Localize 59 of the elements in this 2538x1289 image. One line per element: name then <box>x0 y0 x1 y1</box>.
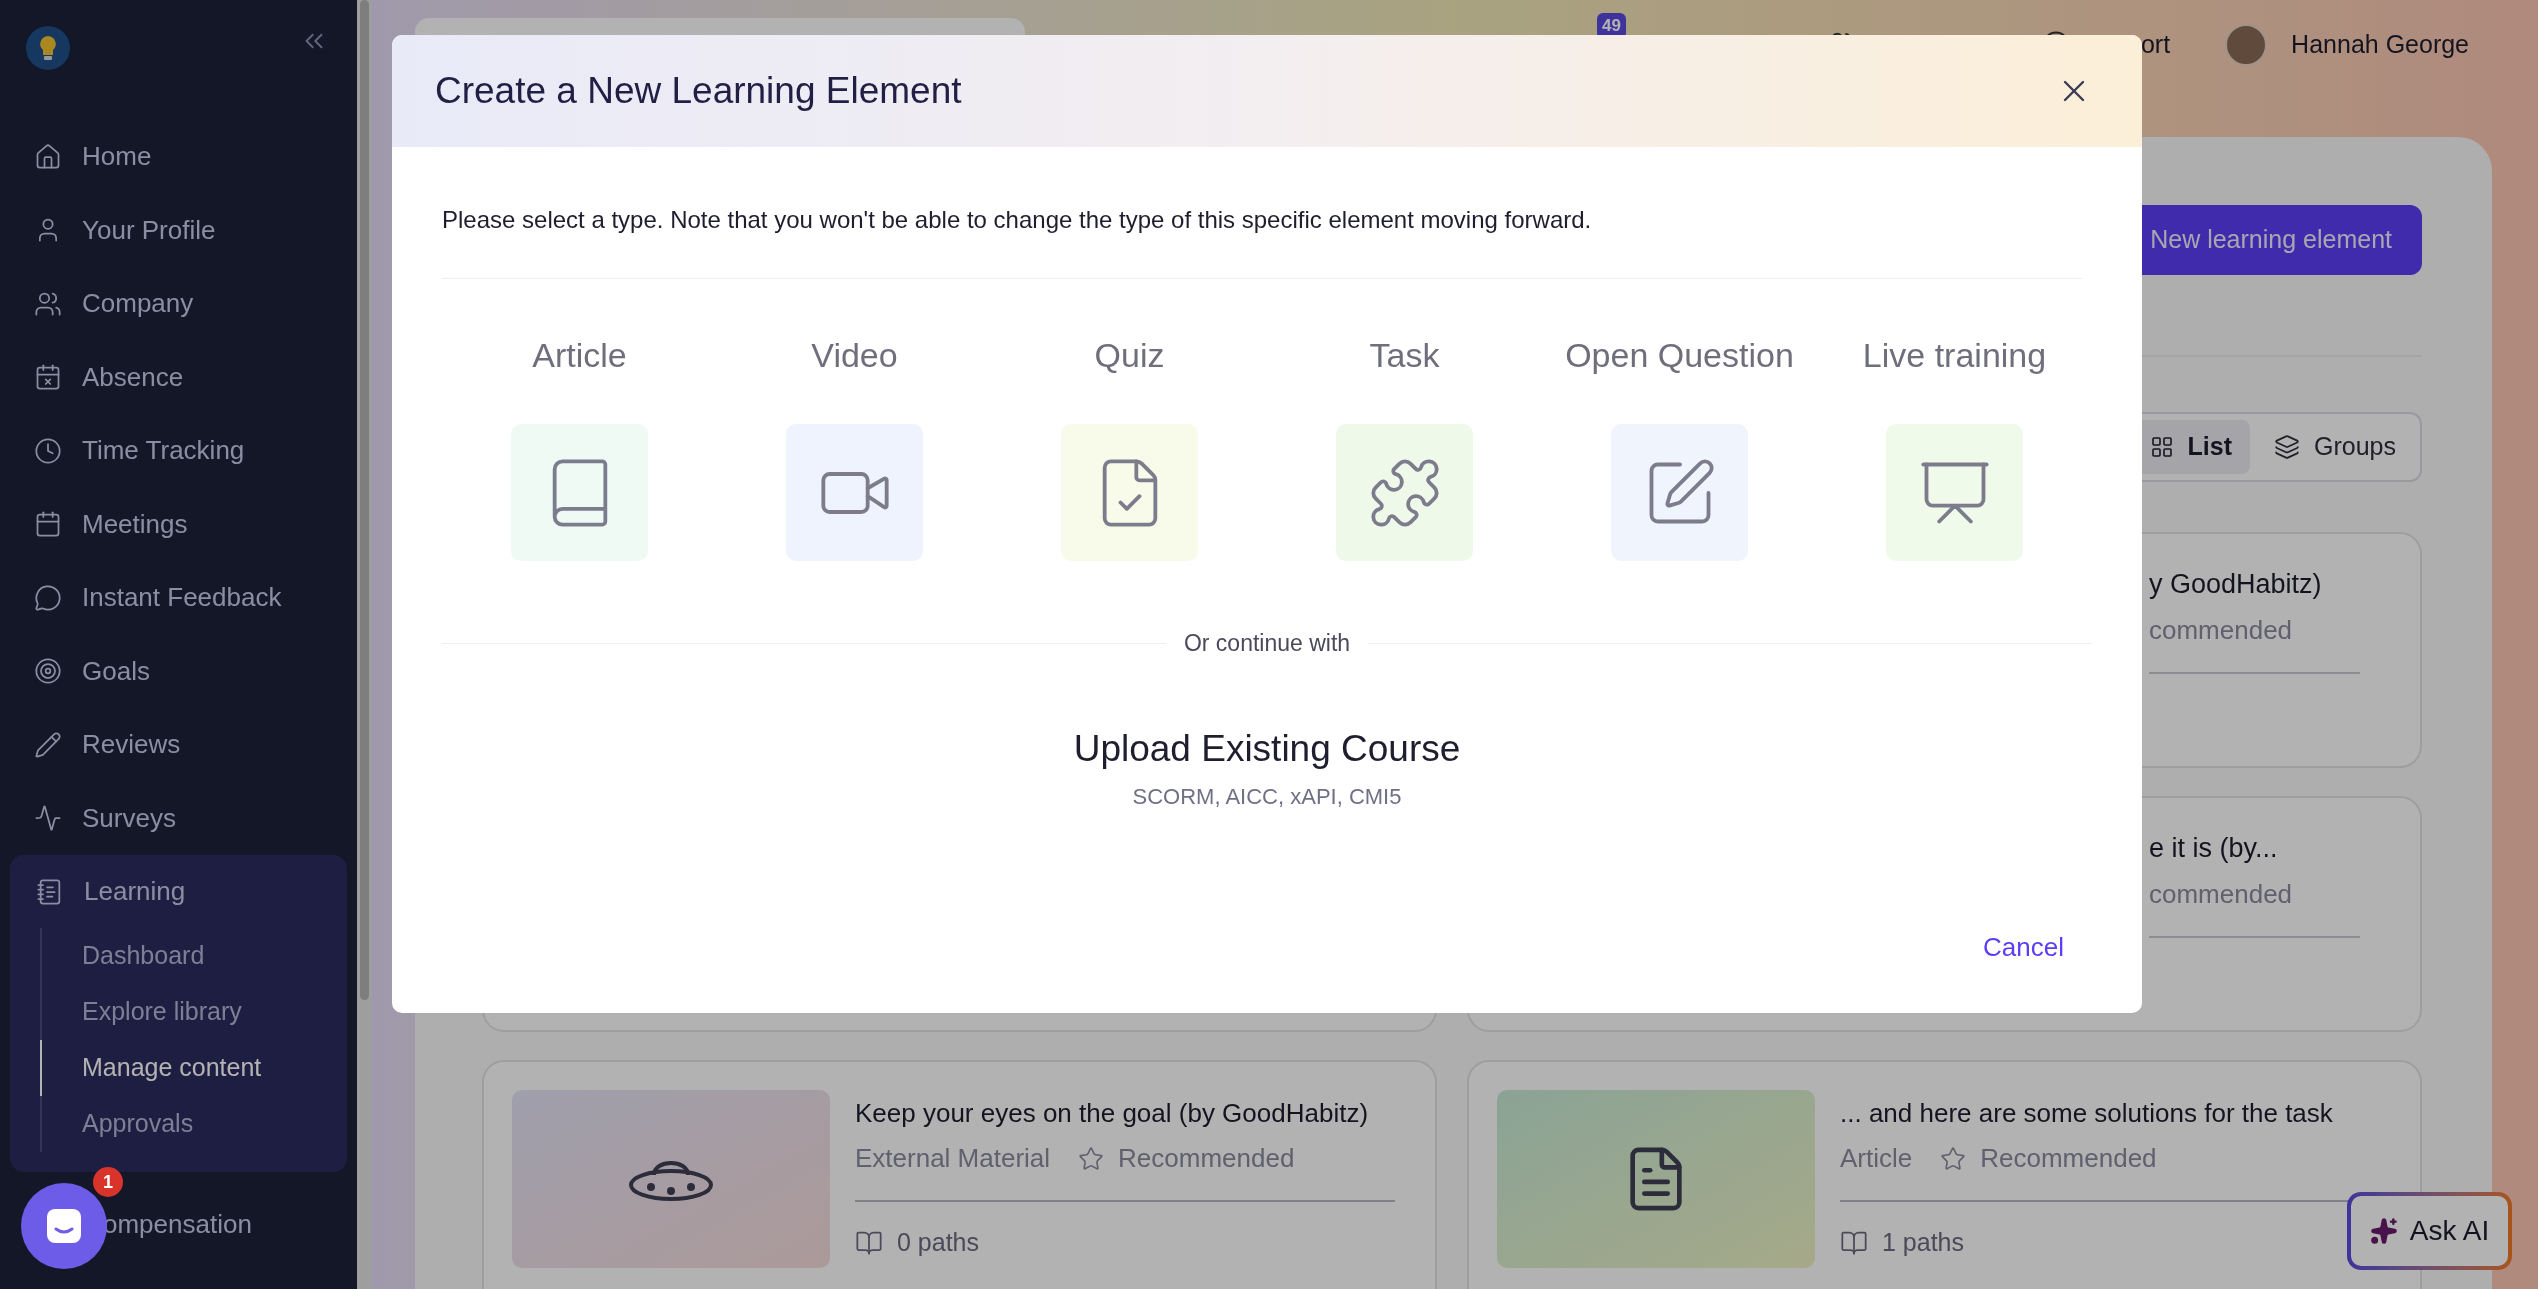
avatar <box>2225 24 2268 66</box>
sidebar-subitem[interactable]: Approvals <box>40 1096 347 1152</box>
paths-count: 0 paths <box>897 1227 979 1258</box>
type-option[interactable]: Task <box>1267 330 1542 561</box>
sidebar-item[interactable]: Home <box>0 120 357 194</box>
support-link[interactable]: ort <box>2140 26 2171 64</box>
sidebar-subitem[interactable]: Explore library <box>40 984 347 1040</box>
calendar-icon <box>34 510 62 539</box>
sidebar-subitem[interactable]: Manage content <box>40 1040 347 1096</box>
recommended-label: Recommended <box>1118 1142 1295 1175</box>
star-icon <box>1940 1145 1967 1172</box>
type-option[interactable]: Live training <box>1817 330 2092 561</box>
sidebar-subitem[interactable]: Dashboard <box>40 928 347 984</box>
type-option[interactable]: Quiz <box>992 330 1267 561</box>
lightbulb-logo-icon <box>26 26 70 70</box>
cancel-button[interactable]: Cancel <box>1983 928 2064 967</box>
chat-icon <box>45 1207 83 1245</box>
content-type: Article <box>1840 1142 1913 1175</box>
divider-text: Or continue with <box>1183 629 1351 658</box>
ask-ai-button[interactable]: Ask AI <box>2347 1192 2512 1270</box>
home-icon <box>34 142 62 171</box>
upload-course-option[interactable]: Upload Existing Course SCORM, AICC, xAPI, CMI5 <box>442 720 2092 813</box>
modal-description: Please select a type. Note that you won't be able to change the type of this specific element moving forward. <box>442 205 1593 235</box>
content-type: External Material <box>855 1142 1051 1175</box>
view-toggle-option[interactable]: Groups <box>2256 420 2414 474</box>
card-title: e it is (by... <box>2149 832 2279 865</box>
sidebar-item[interactable]: Reviews <box>0 708 357 782</box>
pulse-icon <box>34 804 62 833</box>
calendar-x-icon <box>34 363 62 392</box>
card-title: y GoodHabitz) <box>2149 568 2323 601</box>
clock-icon <box>34 436 62 465</box>
user-name[interactable]: Hannah George <box>2291 26 2469 64</box>
recommended-label: commended <box>2149 877 2294 911</box>
pencil-icon <box>34 730 62 759</box>
sidebar-item[interactable]: Surveys <box>0 781 357 855</box>
card-title: Keep your eyes on the goal (by GoodHabitz) <box>855 1097 1370 1130</box>
sidebar-item[interactable]: Instant Feedback <box>0 561 357 635</box>
chat-bubble-icon <box>34 583 62 612</box>
card-title: ... and here are some solutions for the task <box>1840 1097 2334 1130</box>
layers-icon <box>2274 434 2300 460</box>
star-icon <box>1078 1145 1105 1172</box>
sparkle-icon <box>2369 1217 2398 1245</box>
recommended-label: commended <box>2149 613 2294 647</box>
grid-icon <box>2149 435 2174 459</box>
sidebar-item[interactable]: Meetings <box>0 487 357 561</box>
recommended-label: Recommended <box>1980 1142 2157 1175</box>
type-option[interactable]: Open Question <box>1542 330 1817 561</box>
type-option[interactable]: Article <box>442 330 717 561</box>
sidebar-item[interactable]: Company <box>0 267 357 341</box>
paths-count: 1 paths <box>1882 1227 1964 1258</box>
content-card[interactable]: Keep your eyes on the goal (by GoodHabitz) External Material Recommended 0 paths <box>482 1060 1437 1289</box>
modal-title: Create a New Learning Element <box>435 69 962 114</box>
target-icon <box>34 657 62 686</box>
sidebar-item[interactable]: Goals <box>0 634 357 708</box>
sidebar-item[interactable]: Time Tracking <box>0 414 357 488</box>
sidebar-item[interactable]: Learning <box>10 855 186 928</box>
type-option[interactable]: Video <box>717 330 992 561</box>
sidebar-item[interactable]: Your Profile <box>0 193 357 267</box>
sidebar-item[interactable]: Absence <box>0 340 357 414</box>
